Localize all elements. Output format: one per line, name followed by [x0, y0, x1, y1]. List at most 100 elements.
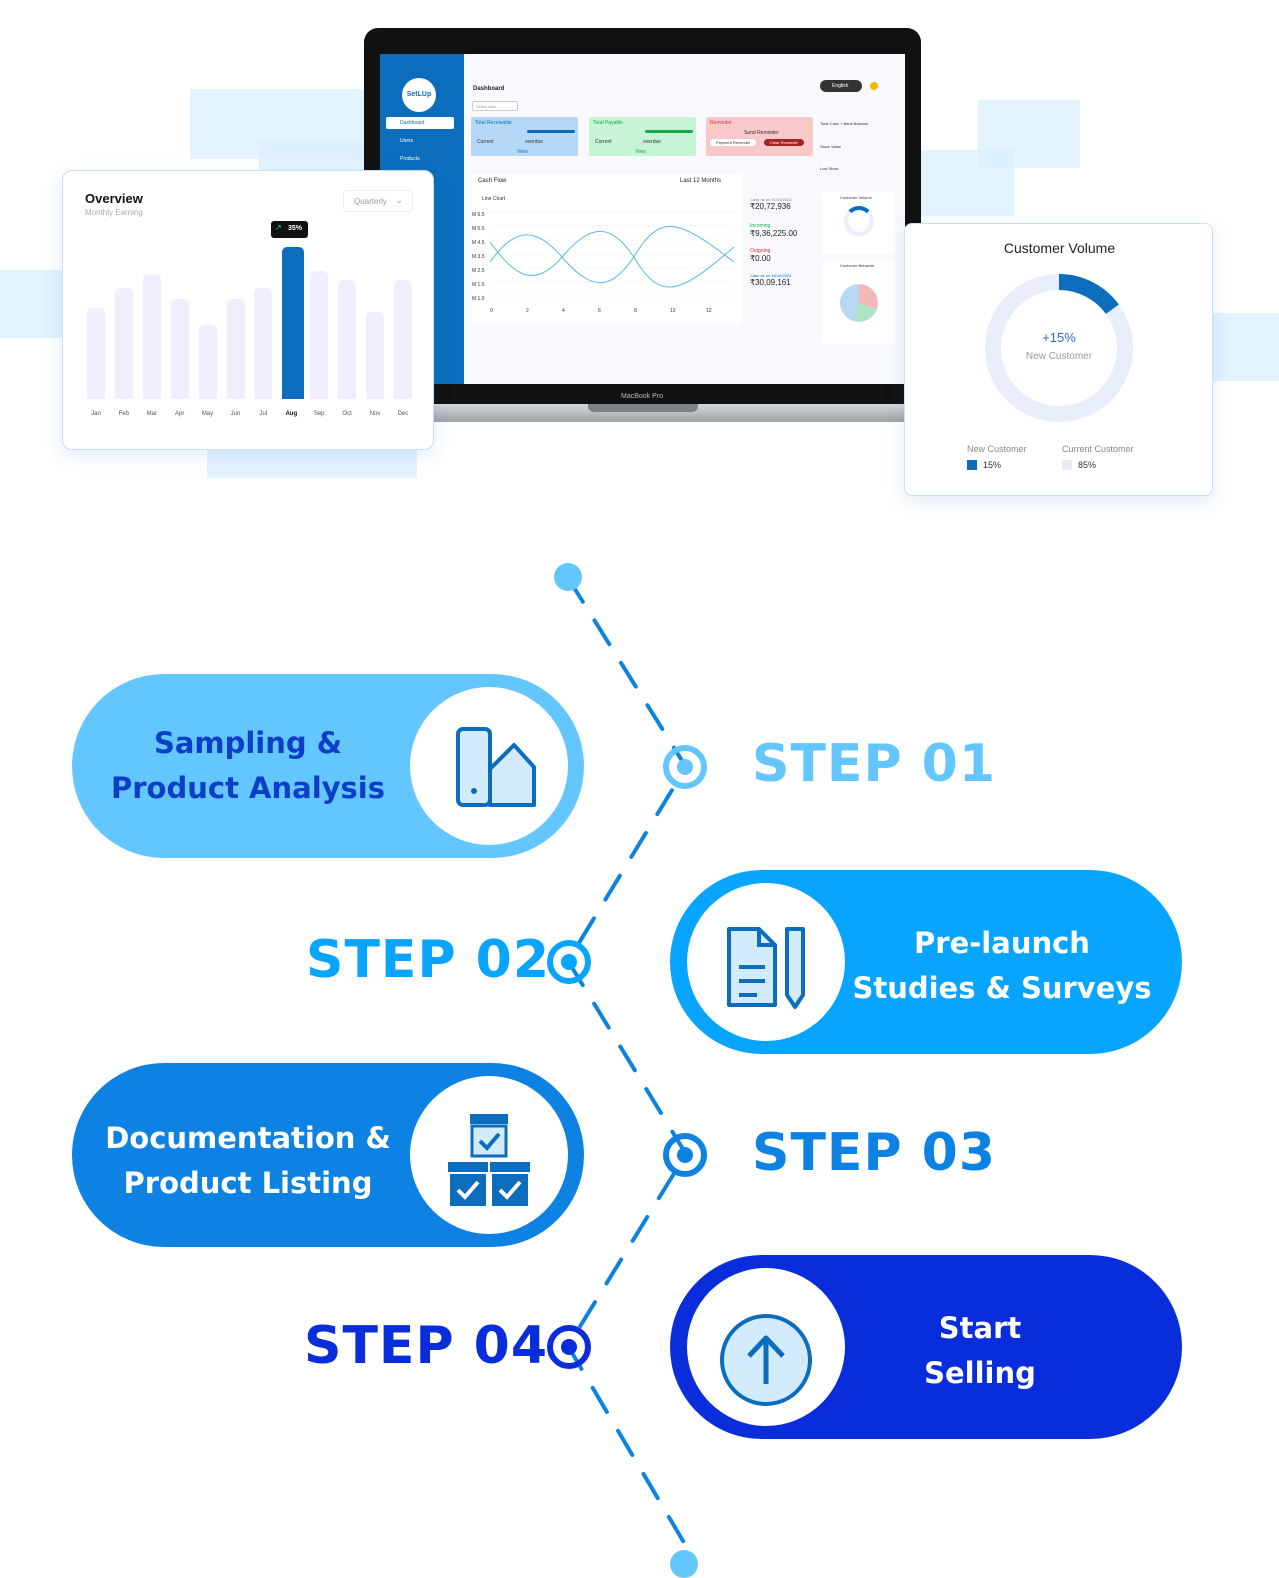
earning-bar-aug[interactable]: [282, 247, 305, 399]
outgoing-value: ₹0.00: [750, 254, 771, 263]
month-label: Sep: [313, 411, 325, 417]
earning-bar-dec[interactable]: [393, 280, 412, 399]
total-cash-label: Total Cash + Bank Balance: [820, 121, 869, 126]
step-01-text: Sampling & Product Analysis: [72, 721, 424, 811]
step-04-icon-circle: [687, 1268, 845, 1426]
notification-bell-icon[interactable]: [870, 82, 878, 90]
legend-label: Current Customer: [1062, 444, 1134, 454]
cash-flow-panel: Cash Flow Last 12 Months Line Chart M 6.…: [472, 174, 742, 324]
month-label: Jun: [230, 411, 241, 417]
mini-card-title: Customer Volume: [840, 195, 872, 200]
step-01-label: STEP 01: [752, 734, 997, 794]
sidebar-item-users[interactable]: Users: [386, 135, 454, 147]
earning-bar-oct[interactable]: [338, 280, 357, 399]
earning-bar-feb[interactable]: [114, 288, 133, 399]
x-tick: 10: [670, 308, 676, 314]
month-label: May: [201, 411, 214, 417]
y-tick: M 4.5: [472, 240, 485, 246]
card-title: Total Payable: [593, 120, 624, 126]
arrow-up-circle-icon: [720, 1314, 812, 1406]
timeline-end-dot: [670, 1550, 698, 1578]
brand-logo: SetLUp: [402, 78, 436, 112]
overview-title: Overview: [85, 191, 143, 206]
mini-customer-volume: Customer Volume: [822, 192, 895, 254]
badge-value: 35%: [288, 225, 303, 232]
step-title-line: Start: [938, 1311, 1022, 1345]
earning-bar-nov[interactable]: [366, 312, 384, 399]
sidebar-item-products[interactable]: Products: [386, 153, 454, 165]
clear-reminder-button[interactable]: Clear Reminder: [764, 139, 805, 146]
x-tick: 2: [526, 308, 529, 314]
step-title-line: Product Listing: [123, 1166, 373, 1200]
step-title-line: Pre-launch: [914, 926, 1090, 960]
step-03-marker: [663, 1133, 707, 1177]
date-picker[interactable]: Select date: [472, 101, 518, 111]
earning-bar-jul[interactable]: [254, 288, 273, 399]
step-title-line: Documentation &: [105, 1121, 391, 1155]
earning-bar-sep[interactable]: [310, 271, 329, 399]
swatch-icon: [456, 727, 536, 807]
sidebar-item-label: Dashboard: [400, 120, 425, 126]
cash-flow-title: Cash Flow: [478, 178, 507, 184]
month-label: Feb: [118, 411, 130, 417]
view-link[interactable]: View: [517, 149, 528, 155]
reminder-card[interactable]: Reminder Send Reminder Payment Reminder …: [706, 117, 813, 156]
step-title-line: Selling: [924, 1356, 1036, 1390]
cash-value: ₹30,09,161: [750, 278, 791, 287]
customer-volume-card: Customer Volume +15% New Customer New Cu…: [904, 223, 1213, 496]
sidebar-item-dashboard[interactable]: Dashboard: [386, 117, 454, 129]
step-02-marker: [547, 940, 591, 984]
laptop-model-label: MacBook Pro: [620, 393, 664, 400]
legend-new-customer: New Customer 15%: [967, 444, 1027, 470]
period-select[interactable]: Last 12 Months: [680, 178, 721, 184]
laptop-screen: SetLUp Dashboard Users Products Dashboar…: [380, 54, 905, 384]
step-04-label: STEP 04: [304, 1316, 549, 1376]
step-title-line: Sampling &: [153, 726, 343, 760]
customer-volume-title: Customer Volume: [1003, 240, 1116, 256]
x-tick: 0: [490, 308, 493, 314]
step-title-line: Studies & Surveys: [852, 971, 1152, 1005]
step-01-marker: [663, 745, 707, 789]
timeline-start-dot: [554, 563, 582, 591]
language-select[interactable]: English: [820, 80, 862, 92]
donut-center-label: New Customer: [1025, 351, 1093, 362]
payment-reminder-button[interactable]: Payment Reminder: [710, 139, 757, 146]
sidebar-item-label: Users: [400, 138, 414, 144]
mini-customer-behavior: Customer Behavior: [822, 260, 895, 344]
month-label: Aug: [285, 411, 298, 417]
x-tick: 4: [562, 308, 565, 314]
summary-list: Total Cash + Bank Balance Stock Value Lo…: [818, 117, 894, 177]
legend-swatch: [1062, 460, 1072, 470]
sidebar-item-label: Products: [400, 156, 420, 162]
y-tick: M 1.5: [472, 282, 485, 288]
legend-value: 85%: [1078, 460, 1097, 470]
total-payable-card[interactable]: Total Payable Current overdue View: [589, 117, 696, 156]
month-label: Dec: [397, 411, 409, 417]
current-label: Current: [595, 139, 612, 145]
earning-bar-apr[interactable]: [170, 299, 189, 399]
month-label: Apr: [175, 411, 185, 417]
decor-block: [914, 150, 1014, 216]
earning-bar-may[interactable]: [198, 325, 217, 399]
overdue-label: overdue: [525, 139, 544, 145]
x-tick: 8: [634, 308, 637, 314]
earning-bar-mar[interactable]: [142, 274, 161, 399]
earning-bar-jun[interactable]: [226, 299, 245, 399]
overview-subtitle: Monthly Earning: [85, 208, 143, 217]
total-receivable-card[interactable]: Total Receivable Current overdue View: [471, 117, 578, 156]
step-01-icon-circle: [410, 687, 568, 845]
cash-summary: Cash as on 01/10/2023 ₹20,72,936 Incomin…: [750, 197, 816, 327]
month-label: Oct: [342, 411, 352, 417]
send-reminder-label: Send Reminder: [744, 130, 779, 136]
view-link[interactable]: View: [635, 149, 646, 155]
step-04-card: Start Selling: [670, 1255, 1182, 1439]
earning-bar-jan[interactable]: [87, 308, 105, 399]
document-pencil-icon: [727, 927, 805, 1009]
legend-swatch: [967, 460, 977, 470]
overview-card: Overview Monthly Earning Quarterly ⌄ Jan…: [62, 170, 434, 450]
y-tick: M 2.5: [472, 268, 485, 274]
month-label: Nov: [369, 411, 381, 417]
y-tick: M 5.5: [472, 226, 485, 232]
period-dropdown[interactable]: Quarterly ⌄: [343, 190, 413, 212]
step-02-icon-circle: [687, 883, 845, 1041]
